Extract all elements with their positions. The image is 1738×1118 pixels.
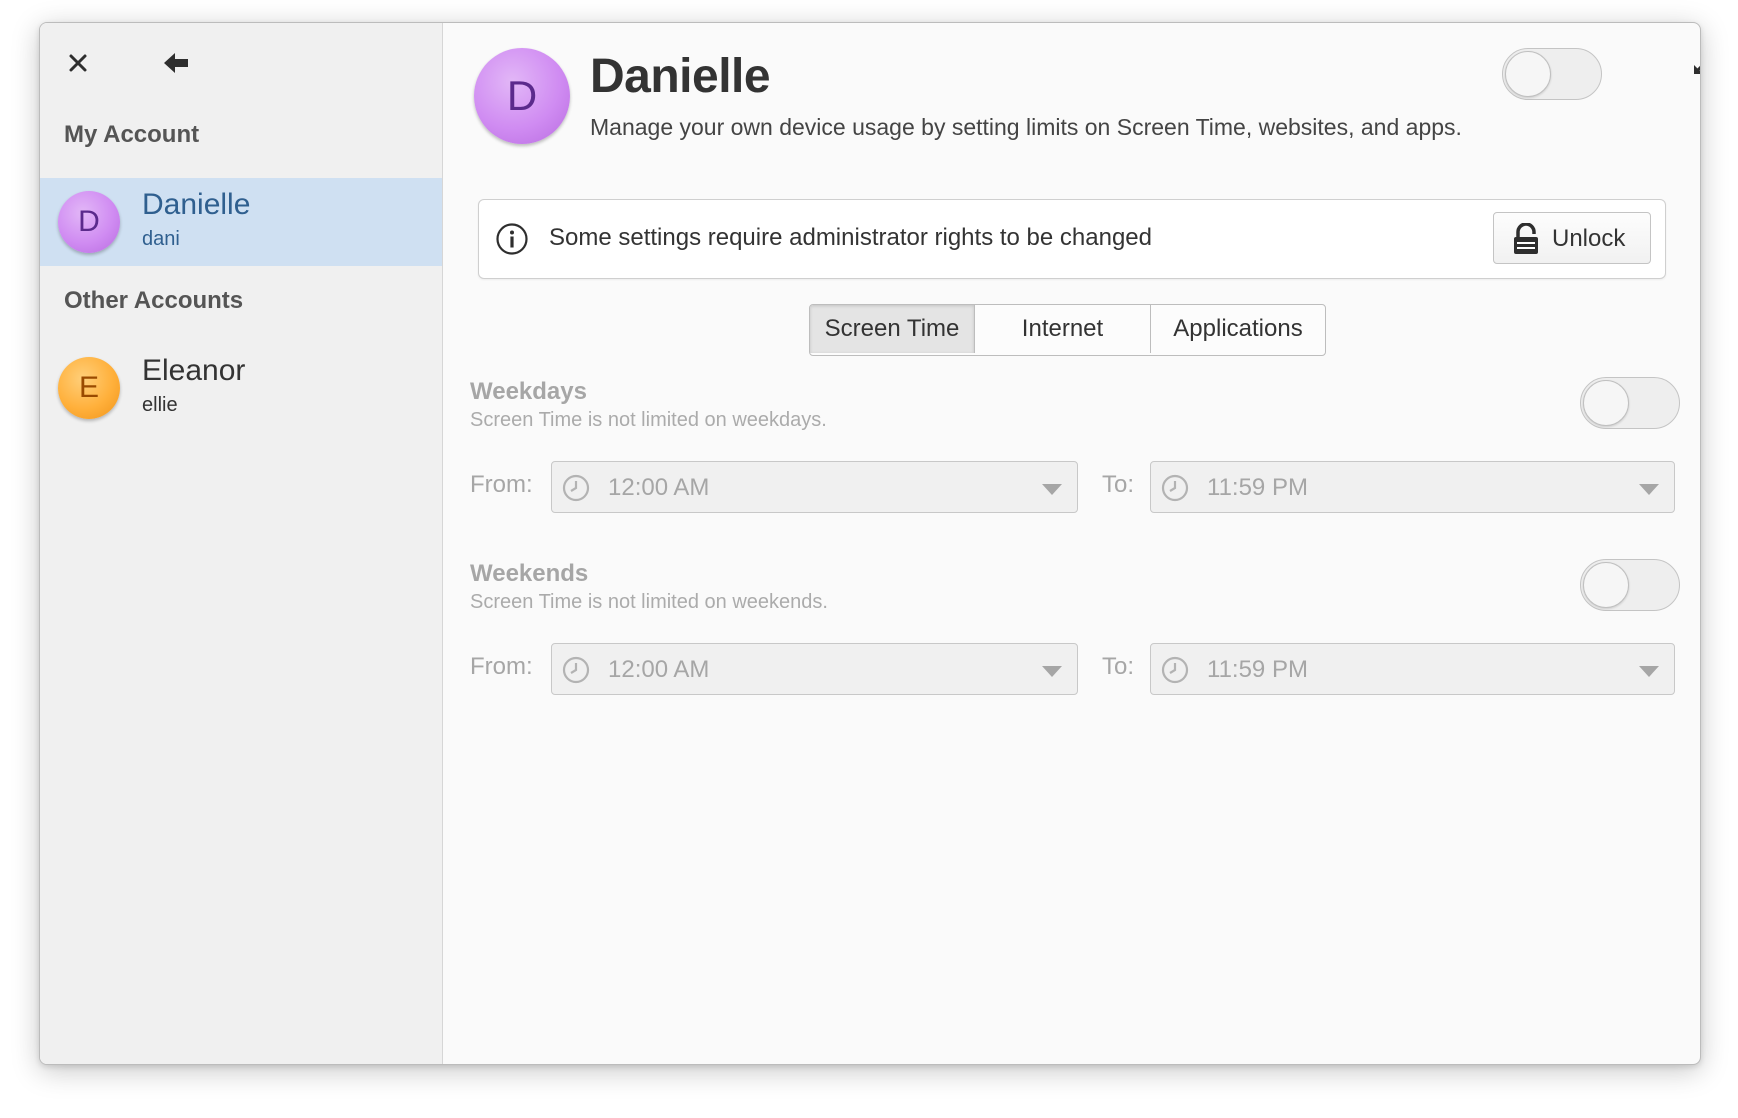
weekends-to-label: To: [1102,653,1135,680]
back-button[interactable] [154,41,198,85]
account-username: ellie [142,394,178,416]
unlock-button[interactable]: Unlock [1493,212,1651,264]
chevron-down-icon [1639,484,1659,495]
toggle-knob [1583,380,1629,426]
chevron-down-icon [1639,666,1659,677]
my-account-header: My Account [64,121,200,148]
clock-icon [1161,656,1189,684]
tab-bar: Screen Time Internet Applications [809,304,1326,356]
page-subtitle: Manage your own device usage by setting … [590,114,1462,140]
page-title: Danielle [590,50,771,103]
account-row-eleanor[interactable]: E Eleanor ellie [40,344,442,432]
clock-icon [562,474,590,502]
parental-controls-window: My Account D Danielle dani Other Account… [39,22,1701,1065]
maximize-button[interactable] [1685,43,1700,83]
avatar: D [58,191,120,253]
admin-rights-infobar: Some settings require administrator righ… [478,199,1666,279]
toggle-knob [1505,51,1551,97]
weekdays-from-time-select[interactable]: 12:00 AM [551,461,1078,513]
weekdays-from-label: From: [470,471,533,498]
weekends-from-time-select[interactable]: 12:00 AM [551,643,1078,695]
other-accounts-header: Other Accounts [64,287,244,314]
info-icon [496,223,528,255]
infobar-message: Some settings require administrator righ… [549,224,1152,251]
weekdays-toggle[interactable] [1580,377,1680,429]
time-value: 11:59 PM [1207,656,1308,683]
parental-controls-toggle[interactable] [1502,48,1602,100]
chevron-down-icon [1042,484,1062,495]
clock-icon [1161,474,1189,502]
account-username: dani [142,228,180,250]
weekdays-to-time-select[interactable]: 11:59 PM [1150,461,1675,513]
weekends-from-label: From: [470,653,533,680]
sidebar: My Account D Danielle dani Other Account… [40,23,443,1064]
back-arrow-icon [164,53,188,73]
lock-icon [1514,223,1538,254]
weekends-toggle[interactable] [1580,559,1680,611]
weekdays-description: Screen Time is not limited on weekdays. [470,409,827,431]
weekends-title: Weekends [470,560,589,587]
avatar: E [58,357,120,419]
expand-icon [1693,65,1700,75]
main-content: D Danielle Manage your own device usage … [442,23,1700,1064]
chevron-down-icon [1042,666,1062,677]
toggle-knob [1583,562,1629,608]
weekdays-title: Weekdays [470,378,587,405]
time-value: 12:00 AM [608,474,710,501]
time-value: 11:59 PM [1207,474,1308,501]
user-avatar: D [474,48,570,144]
time-value: 12:00 AM [608,656,710,683]
tab-screen-time[interactable]: Screen Time [810,305,975,353]
unlock-label: Unlock [1552,225,1626,252]
weekends-to-time-select[interactable]: 11:59 PM [1150,643,1675,695]
tab-applications[interactable]: Applications [1151,305,1325,353]
weekends-description: Screen Time is not limited on weekends. [470,591,828,613]
weekdays-to-label: To: [1102,471,1135,498]
close-icon [69,54,87,72]
account-name: Eleanor [142,354,246,387]
account-row-danielle[interactable]: D Danielle dani [40,178,442,266]
close-button[interactable] [58,43,98,83]
tab-internet[interactable]: Internet [975,305,1151,353]
account-name: Danielle [142,188,251,221]
clock-icon [562,656,590,684]
